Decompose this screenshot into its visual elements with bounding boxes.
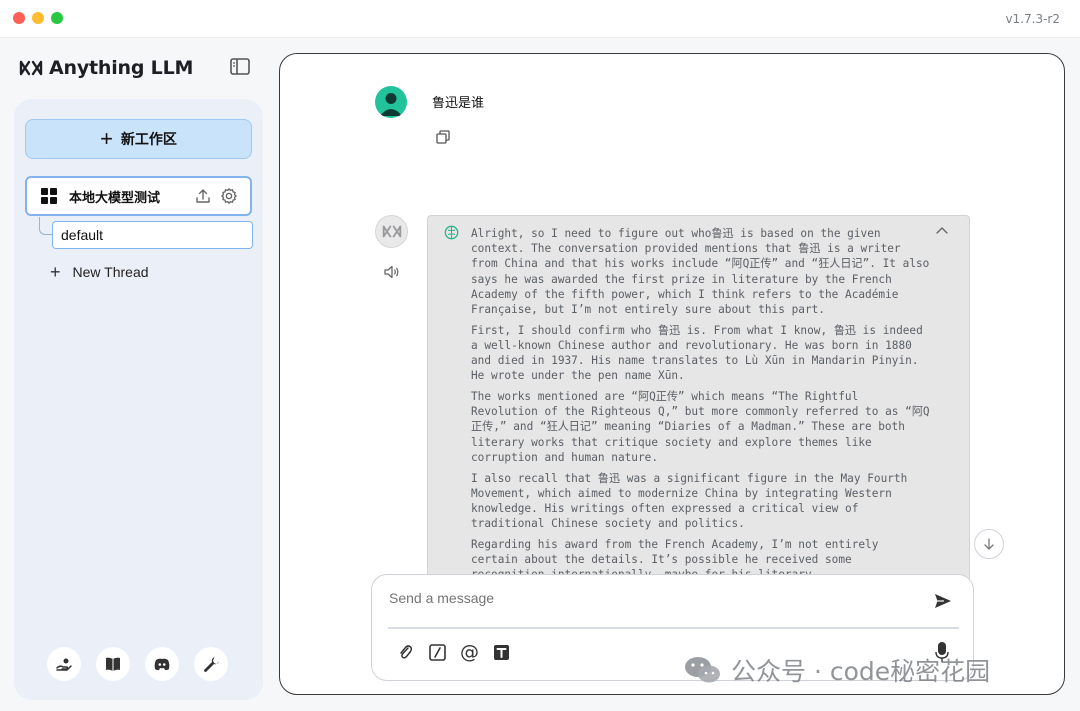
chevron-up-icon[interactable]: [935, 225, 949, 235]
arrow-down-icon: [984, 538, 994, 550]
app-logo: Anything LLM: [19, 56, 193, 80]
text-size-icon[interactable]: [492, 643, 511, 662]
discord-button[interactable]: [145, 647, 179, 681]
thought-text: Alright, so I need to figure out who鲁迅 i…: [471, 226, 931, 588]
thread-connector: [39, 217, 53, 235]
composer-divider: [388, 627, 959, 629]
book-open-icon: [106, 657, 120, 671]
anything-llm-logo-icon: [19, 60, 43, 76]
gear-icon[interactable]: [220, 187, 238, 205]
user-message: 鲁迅是谁: [432, 95, 485, 110]
anything-llm-logo-icon: [382, 225, 401, 238]
workspace-grid-icon: [41, 188, 57, 204]
assistant-avatar: [375, 215, 408, 248]
new-thread-button[interactable]: + New Thread: [50, 261, 149, 283]
watermark: 公众号 · code秘密花园: [683, 652, 990, 688]
community-hub-button[interactable]: [47, 647, 81, 681]
sidebar: + 新工作区 本地大模型测试 default + New Thread: [14, 99, 263, 700]
community-hub-icon: [56, 658, 72, 671]
copy-icon[interactable]: [435, 129, 451, 145]
thought-paragraph: The works mentioned are “阿Q正传” which mea…: [471, 390, 930, 464]
plus-icon: +: [50, 262, 61, 282]
thought-paragraph: Alright, so I need to figure out who鲁迅 i…: [471, 227, 937, 317]
sidebar-toggle-icon[interactable]: [228, 57, 252, 77]
wrench-icon: [204, 657, 219, 672]
user-avatar: [375, 86, 407, 118]
new-thread-label: New Thread: [72, 264, 149, 280]
send-icon[interactable]: [933, 591, 953, 611]
user-avatar-icon: [380, 93, 402, 116]
app-version: v1.7.3-r2: [1005, 12, 1060, 26]
wechat-icon: [685, 657, 720, 683]
thought-block: Alright, so I need to figure out who鲁迅 i…: [427, 215, 970, 595]
app-name: Anything LLM: [49, 57, 194, 79]
message-input[interactable]: [389, 587, 909, 609]
watermark-text: 公众号 · code秘密花园: [731, 657, 991, 686]
plus-icon: +: [100, 126, 113, 151]
at-mention-icon[interactable]: @: [460, 643, 479, 662]
workspace-name: 本地大模型测试: [69, 189, 161, 205]
upload-icon[interactable]: [194, 187, 212, 205]
docs-button[interactable]: [96, 647, 130, 681]
thought-paragraph: First, I should confirm who 鲁迅 is. From …: [471, 323, 930, 383]
slash-command-icon[interactable]: [428, 643, 447, 662]
zoom-window-button[interactable]: [51, 12, 63, 24]
paperclip-icon[interactable]: [396, 643, 415, 662]
minimize-window-button[interactable]: [32, 12, 44, 24]
scroll-to-bottom-button[interactable]: [974, 529, 1004, 559]
window-titlebar: v1.7.3-r2: [0, 0, 1080, 38]
close-window-button[interactable]: [13, 12, 25, 24]
discord-icon: [154, 658, 170, 671]
chat-panel: 鲁迅是谁 Alright, so I need to figure out wh…: [279, 53, 1065, 695]
workspace-item[interactable]: 本地大模型测试: [25, 176, 252, 216]
settings-button[interactable]: [194, 647, 228, 681]
thread-item-default[interactable]: default: [52, 221, 253, 249]
thought-paragraph: I also recall that 鲁迅 was a significant …: [471, 471, 914, 531]
new-workspace-label: 新工作区: [120, 131, 177, 147]
speaker-icon[interactable]: [383, 264, 401, 280]
brain-icon: [444, 225, 459, 240]
new-workspace-button[interactable]: + 新工作区: [25, 119, 252, 159]
